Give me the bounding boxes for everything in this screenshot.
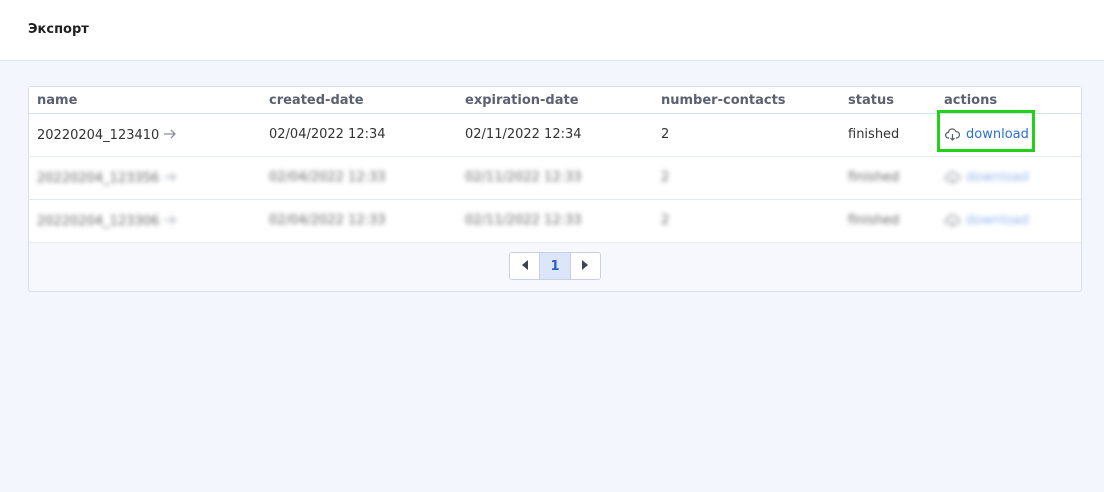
pagination-prev-button[interactable] [510, 253, 539, 279]
download-button[interactable]: download [945, 170, 1029, 185]
cloud-download-icon [945, 214, 961, 227]
row-name: 20220204_123410 [37, 127, 160, 143]
cloud-download-icon [945, 128, 961, 141]
row-expiration-date: 02/11/2022 12:33 [465, 170, 582, 185]
top-bar: Экспорт [0, 0, 1104, 61]
row-created-date: 02/04/2022 12:34 [269, 127, 386, 142]
column-header-actions: actions [944, 93, 998, 108]
row-name-link[interactable]: 20220204_123356 [37, 170, 177, 186]
cloud-download-icon [945, 171, 961, 184]
table-row: 20220204_123410 02/04/2022 12:34 02/11/2… [29, 110, 1081, 157]
download-label: download [966, 170, 1029, 185]
row-status: finished [848, 127, 900, 142]
page-title: Экспорт [28, 22, 89, 37]
column-header-created-date[interactable]: created-date [269, 93, 364, 108]
row-status: finished [848, 213, 900, 228]
row-name: 20220204_123306 [37, 213, 160, 229]
table-header: name created-date expiration-date number… [29, 87, 1081, 114]
download-label: download [966, 127, 1029, 142]
download-button[interactable]: download [945, 127, 1029, 142]
column-header-number-contacts[interactable]: number-contacts [661, 93, 786, 108]
column-header-name[interactable]: name [37, 93, 77, 108]
row-name-link[interactable]: 20220204_123410 [37, 127, 177, 143]
download-button[interactable]: download [945, 213, 1029, 228]
row-name-link[interactable]: 20220204_123306 [37, 213, 177, 229]
row-number-contacts: 2 [661, 127, 670, 142]
table-row: 20220204_123356 02/04/2022 12:33 02/11/2… [29, 157, 1081, 200]
arrow-right-icon [163, 170, 177, 186]
table-row: 20220204_123306 02/04/2022 12:33 02/11/2… [29, 200, 1081, 243]
arrow-right-icon [163, 213, 177, 229]
download-label: download [966, 213, 1029, 228]
column-header-status[interactable]: status [848, 93, 894, 108]
caret-left-icon [521, 259, 529, 273]
row-created-date: 02/04/2022 12:33 [269, 213, 386, 228]
arrow-right-icon [163, 127, 177, 143]
row-number-contacts: 2 [661, 170, 670, 185]
pagination: 1 [509, 252, 601, 280]
row-expiration-date: 02/11/2022 12:33 [465, 213, 582, 228]
row-created-date: 02/04/2022 12:33 [269, 170, 386, 185]
row-number-contacts: 2 [661, 213, 670, 228]
row-status: finished [848, 170, 900, 185]
row-expiration-date: 02/11/2022 12:34 [465, 127, 582, 142]
pagination-next-button[interactable] [571, 253, 600, 279]
column-header-expiration-date[interactable]: expiration-date [465, 93, 579, 108]
row-name: 20220204_123356 [37, 170, 160, 186]
exports-table-card: name created-date expiration-date number… [28, 86, 1082, 292]
caret-right-icon [581, 259, 589, 273]
pagination-page-current[interactable]: 1 [539, 253, 571, 279]
